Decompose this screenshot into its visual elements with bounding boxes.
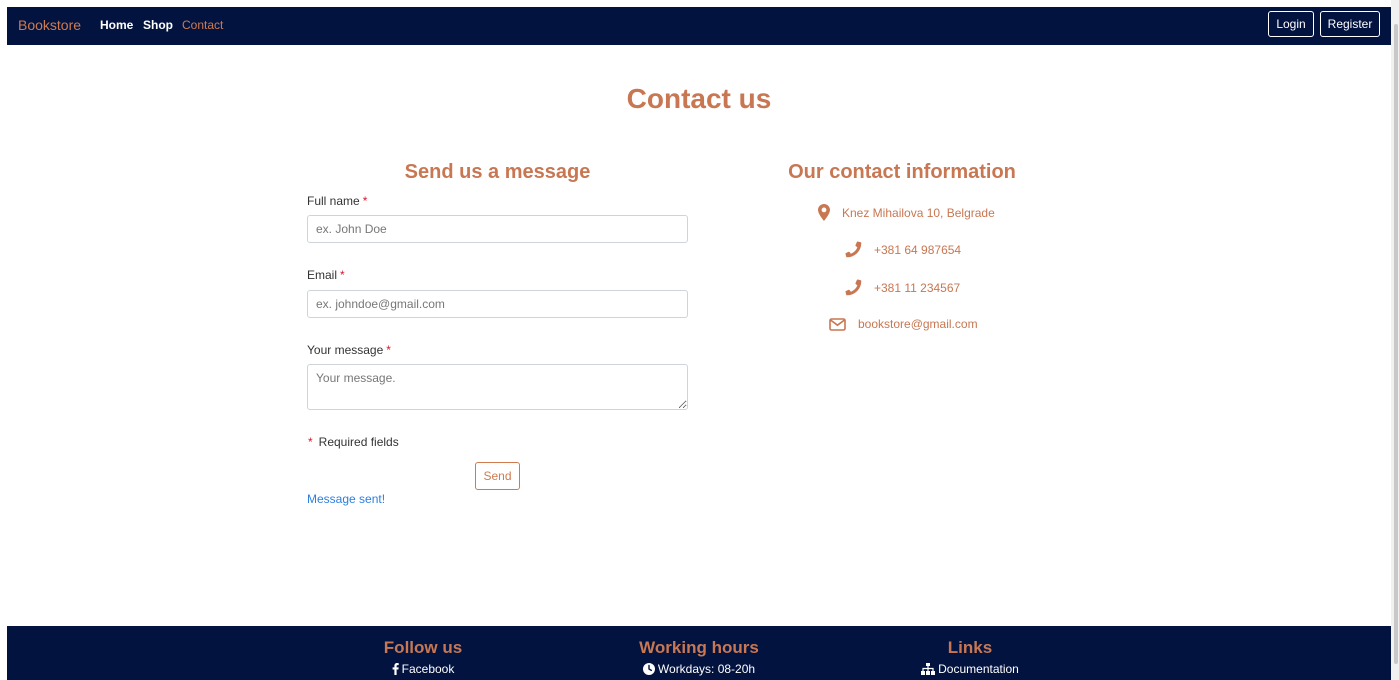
- message-textarea[interactable]: [307, 364, 688, 410]
- phone-2-text: +381 11 234567: [874, 280, 961, 295]
- full-name-label-text: Full name: [307, 194, 360, 208]
- footer-follow-title: Follow us: [383, 638, 463, 657]
- nav-home[interactable]: Home: [100, 18, 133, 32]
- map-marker-icon: [818, 204, 830, 221]
- navbar: Bookstore Home Shop Contact Login Regist…: [7, 7, 1391, 45]
- facebook-label: Facebook: [401, 662, 455, 676]
- address-text: Knez Mihailova 10, Belgrade: [842, 205, 995, 220]
- footer-links-section: Links Documentation: [860, 638, 1080, 676]
- footer-hours: Workdays: 08-20h: [589, 662, 809, 676]
- email-input[interactable]: [307, 290, 688, 318]
- message-label-text: Your message: [307, 343, 384, 357]
- clock-icon: [642, 663, 655, 675]
- phone-1-text: +381 64 987654: [874, 242, 962, 257]
- hours-text: Workdays: 08-20h: [657, 662, 756, 676]
- full-name-label: Full name *: [307, 194, 367, 208]
- footer-follow-section: Follow us Facebook: [313, 638, 533, 676]
- form-title: Send us a message: [404, 161, 591, 183]
- full-name-input[interactable]: [307, 215, 688, 243]
- footer-hours-section: Working hours Workdays: 08-20h: [589, 638, 809, 676]
- page-scrollbar[interactable]: [1391, 0, 1399, 680]
- email-label-text: Email: [307, 268, 338, 282]
- message-label: Your message *: [307, 343, 391, 357]
- contact-email: bookstore@gmail.com: [829, 317, 978, 331]
- nav-contact[interactable]: Contact: [182, 18, 223, 32]
- footer: Follow us Facebook Working hours Workday…: [7, 626, 1391, 680]
- phone-icon: [845, 241, 862, 258]
- required-asterisk: *: [386, 343, 391, 357]
- email-text: bookstore@gmail.com: [858, 317, 978, 331]
- sitemap-icon: [921, 663, 936, 675]
- contact-title: Our contact information: [788, 161, 1016, 183]
- nav-shop[interactable]: Shop: [143, 18, 173, 32]
- footer-links-title: Links: [947, 638, 993, 657]
- contact-phone-1: +381 64 987654: [845, 241, 961, 258]
- footer-facebook-link[interactable]: Facebook: [313, 662, 533, 676]
- login-button[interactable]: Login: [1268, 11, 1314, 37]
- contact-phone-2: +381 11 234567: [845, 279, 960, 296]
- footer-documentation-link[interactable]: Documentation: [860, 662, 1080, 676]
- facebook-icon: [392, 663, 399, 675]
- page-title: Contact us: [626, 83, 772, 114]
- footer-hours-title: Working hours: [639, 638, 759, 657]
- scrollbar-thumb[interactable]: [1394, 24, 1398, 664]
- required-asterisk: *: [362, 194, 368, 208]
- required-note-text: Required fields: [318, 435, 399, 449]
- message-sent-status: Message sent!: [307, 492, 386, 506]
- required-asterisk: *: [308, 435, 313, 449]
- documentation-label: Documentation: [938, 662, 1019, 676]
- browser-viewport: Bookstore Home Shop Contact Login Regist…: [7, 7, 1391, 680]
- contact-address: Knez Mihailova 10, Belgrade: [818, 204, 995, 221]
- register-button[interactable]: Register: [1320, 11, 1380, 37]
- phone-icon: [845, 279, 862, 296]
- brand-link[interactable]: Bookstore: [18, 17, 81, 33]
- email-label: Email *: [307, 268, 345, 282]
- send-button[interactable]: Send: [475, 462, 520, 490]
- envelope-icon: [829, 317, 846, 331]
- required-asterisk: *: [340, 268, 345, 282]
- required-note: * Required fields: [308, 435, 399, 449]
